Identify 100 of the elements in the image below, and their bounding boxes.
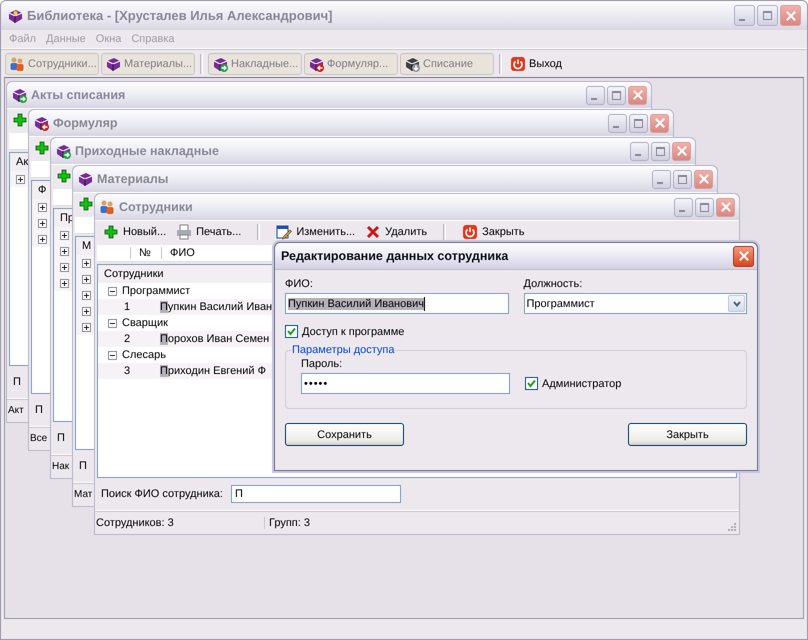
window-title: Формуляр	[53, 116, 118, 130]
expand-toggle[interactable]	[38, 234, 47, 244]
employee-name: Порохов Иван Семен	[160, 333, 270, 345]
people-icon	[9, 56, 25, 72]
window-title: Акты списания	[31, 88, 126, 102]
plus-icon[interactable]	[34, 140, 50, 156]
close-button[interactable]	[733, 246, 754, 266]
expand-toggle[interactable]	[82, 322, 91, 332]
toolbar-button[interactable]: Новый...	[101, 222, 168, 242]
tree-header: Сотрудники	[103, 268, 164, 280]
field-label: Должность:	[524, 278, 584, 290]
close-button[interactable]	[716, 198, 735, 216]
column-header[interactable]: ФИО	[162, 247, 203, 259]
minimize-button[interactable]	[674, 198, 693, 216]
field-label: Пароль:	[301, 358, 344, 370]
expand-toggle[interactable]	[38, 202, 47, 212]
book-icon	[77, 171, 93, 187]
minimize-button[interactable]	[630, 142, 649, 160]
status-text: Все	[30, 433, 48, 444]
window-title: Сотрудники	[119, 200, 193, 214]
minimize-button[interactable]	[652, 170, 671, 188]
book-arrow-icon	[33, 115, 49, 131]
status-text: Нак	[52, 461, 70, 472]
book-arrow-icon	[308, 56, 324, 72]
plus-icon[interactable]	[12, 112, 28, 128]
toolbar-button[interactable]: Печать...	[174, 222, 244, 242]
tree-header: Ак	[15, 156, 28, 168]
search-label: П	[35, 404, 43, 416]
maximize-button[interactable]	[695, 198, 714, 216]
dialog-title: Редактирование данных сотрудника	[281, 249, 508, 263]
window-title: Библиотека - [Хрусталев Илья Александрович]	[27, 8, 333, 23]
expand-toggle[interactable]	[16, 174, 25, 184]
plus-icon[interactable]	[78, 196, 94, 212]
book-arrow-icon	[11, 87, 27, 103]
expand-toggle[interactable]	[60, 246, 69, 256]
window-title: Материалы	[97, 172, 168, 186]
collapse-toggle[interactable]	[108, 286, 117, 296]
tree-header: М	[81, 240, 92, 252]
close-dialog-button[interactable]: Закрыть	[628, 423, 747, 446]
printer-icon	[176, 224, 192, 240]
maximize-button[interactable]	[651, 142, 670, 160]
expand-toggle[interactable]	[82, 290, 91, 300]
checkbox-label[interactable]: Администратор	[542, 378, 622, 390]
position-dropdown[interactable]: Программист	[524, 293, 747, 314]
checkbox-label[interactable]: Доступ к программе	[302, 326, 404, 338]
edit-icon	[276, 224, 292, 240]
toolbar-button[interactable]: Удалить	[363, 222, 430, 242]
minimize-button[interactable]	[586, 86, 605, 104]
save-button[interactable]: Сохранить	[285, 423, 404, 446]
plus-icon[interactable]	[56, 168, 72, 184]
expand-toggle[interactable]	[82, 306, 91, 316]
employee-name: Приходин Евгений Ф	[160, 365, 266, 377]
expand-toggle[interactable]	[82, 274, 91, 284]
checkbox[interactable]	[525, 377, 538, 390]
power-icon	[462, 224, 478, 240]
row-number: 3	[123, 365, 132, 377]
close-button[interactable]	[672, 142, 691, 160]
checkbox[interactable]	[285, 325, 298, 338]
tree-header: Ф	[37, 184, 46, 196]
window-title: Приходные накладные	[75, 144, 219, 158]
expand-toggle[interactable]	[60, 230, 69, 240]
employee-name: Пупкин Василий Иван	[160, 301, 272, 313]
close-button[interactable]	[628, 86, 647, 104]
group-name: Сварщик	[122, 317, 168, 329]
toolbar-button[interactable]: Выход	[507, 52, 565, 74]
fio-field[interactable]: Пупкин Василий Иванович	[285, 293, 508, 314]
expand-toggle[interactable]	[60, 262, 69, 272]
collapse-toggle[interactable]	[108, 318, 117, 328]
delete-icon	[365, 224, 382, 240]
book-arrow-icon	[212, 56, 228, 72]
maximize-button[interactable]	[607, 86, 626, 104]
collapse-toggle[interactable]	[108, 350, 117, 360]
close-button[interactable]	[650, 114, 669, 132]
minimize-button[interactable]	[734, 5, 755, 26]
row-number: 2	[123, 333, 132, 345]
row-number: 1	[123, 301, 132, 313]
maximize-button[interactable]	[629, 114, 648, 132]
book-icon	[7, 8, 23, 24]
maximize-button[interactable]	[673, 170, 692, 188]
close-button[interactable]	[780, 5, 801, 26]
group-name: Программист	[122, 285, 190, 297]
field-label: ФИО:	[285, 278, 314, 290]
book-arrow-icon	[404, 56, 420, 72]
column-header[interactable]: №	[131, 247, 157, 259]
people-icon	[99, 199, 115, 215]
expand-toggle[interactable]	[60, 278, 69, 288]
minimize-button[interactable]	[608, 114, 627, 132]
status-text: Акт	[8, 405, 24, 416]
group-title: Параметры доступа	[292, 344, 394, 356]
search-field[interactable]: П	[230, 485, 401, 503]
search-label: П	[57, 432, 65, 444]
book-arrow-icon	[55, 143, 71, 159]
group-name: Слесарь	[122, 349, 166, 361]
book-icon	[105, 56, 121, 72]
close-button[interactable]	[694, 170, 713, 188]
maximize-button[interactable]	[757, 5, 778, 26]
resize-grip-icon[interactable]	[727, 522, 737, 532]
expand-toggle[interactable]	[38, 218, 47, 228]
expand-toggle[interactable]	[82, 258, 91, 268]
password-field[interactable]: •••••	[301, 373, 510, 394]
